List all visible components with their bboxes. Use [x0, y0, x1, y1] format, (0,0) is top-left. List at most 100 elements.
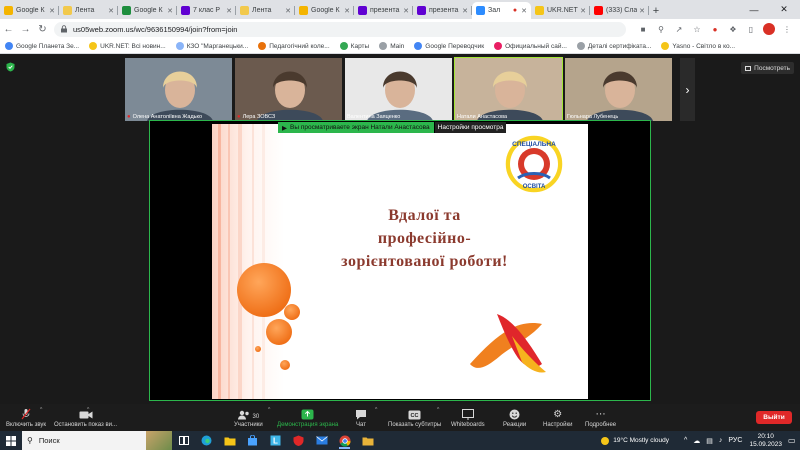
bookmark-item[interactable]: Main [379, 42, 404, 50]
security-shield-icon[interactable] [6, 62, 15, 72]
subtitles-button[interactable]: CC Показать субтитры [388, 404, 441, 431]
file-explorer-icon[interactable] [218, 431, 241, 450]
video-options-caret-icon[interactable]: ^ [87, 407, 89, 413]
stop-video-button[interactable]: Остановить показ ви... [54, 404, 117, 431]
bookmark-item[interactable]: КЗО "Марганецьки... [175, 42, 248, 50]
bookmark-item[interactable]: Педагогічний колe... [258, 42, 330, 50]
close-tab-icon[interactable]: ✕ [403, 7, 409, 15]
start-icon[interactable] [0, 431, 22, 450]
forward-icon[interactable]: → [17, 19, 34, 39]
folder-icon[interactable] [356, 431, 379, 450]
more-button[interactable]: ⋯ Подробнее [585, 404, 616, 431]
bookmark-item[interactable]: UKR.NET: Всі новин... [89, 42, 166, 50]
camera-blocked-icon[interactable]: ■ [634, 19, 652, 39]
browser-tab[interactable]: Зал ● ✕ [472, 2, 531, 19]
clock[interactable]: 20:10 15.09.2023 [749, 433, 782, 449]
share-screen-button[interactable]: Демонстрация экрана [277, 404, 338, 431]
browser-tab[interactable]: Google К ✕ [295, 2, 354, 19]
close-tab-icon[interactable]: ✕ [49, 7, 55, 15]
bookmark-item[interactable]: Google Переводчик [414, 42, 484, 50]
audio-options-caret-icon[interactable]: ^ [40, 407, 42, 413]
task-view-icon[interactable] [172, 431, 195, 450]
share-screen-icon [301, 407, 314, 420]
participants-button[interactable]: 30 Участники [234, 404, 263, 431]
participant-video[interactable]: ● Олена Анатоліївна Жадько [125, 58, 232, 121]
chevron-up-icon[interactable]: ^ [684, 437, 687, 444]
bookmark-favicon [661, 42, 670, 50]
browser-tab[interactable]: Google К ✕ [0, 2, 59, 19]
bookmark-item[interactable]: Деталі сертифіката... [576, 42, 651, 50]
unmute-label: Включить звук [6, 422, 47, 428]
close-tab-icon[interactable]: ✕ [285, 7, 291, 15]
close-tab-icon[interactable]: ✕ [344, 7, 350, 15]
participant-video[interactable]: Натали Анастасова [454, 57, 563, 122]
slide-stripe-band [212, 124, 284, 399]
participants-caret-icon[interactable]: ^ [268, 407, 270, 413]
store-icon[interactable] [241, 431, 264, 450]
view-settings-button[interactable]: Настройки просмотра [433, 122, 507, 133]
browser-tab[interactable]: Лента ✕ [236, 2, 295, 19]
browser-tab[interactable]: (333) Сла ✕ [590, 2, 649, 19]
edge-icon[interactable] [195, 431, 218, 450]
close-tab-icon[interactable]: ✕ [108, 7, 114, 15]
whiteboards-button[interactable]: Whiteboards [451, 404, 485, 431]
launcher-icon[interactable]: L [264, 431, 287, 450]
browser-tab[interactable]: UKR.NET ✕ [531, 2, 590, 19]
profile-avatar[interactable] [760, 19, 778, 39]
settings-button[interactable]: ⚙ Настройки [543, 404, 572, 431]
menu-dots-icon[interactable]: ⋮ [778, 19, 796, 39]
new-tab-button[interactable]: + [649, 2, 663, 19]
close-tab-icon[interactable]: ✕ [462, 7, 468, 15]
reactions-button[interactable]: Реакции [503, 404, 526, 431]
browser-tab[interactable]: Лента ✕ [59, 2, 118, 19]
puzzle-icon[interactable]: ❖ [724, 19, 742, 39]
leave-button[interactable]: Выйти [756, 411, 792, 424]
next-participants-icon[interactable]: › [680, 58, 695, 121]
participant-video[interactable]: ● Лера ЗОВСЗ [235, 58, 342, 121]
key-icon[interactable]: ⚲ [652, 19, 670, 39]
close-tab-icon[interactable]: ✕ [226, 7, 232, 15]
participant-video[interactable]: Валентина Заяценко [345, 58, 452, 121]
bookmark-item[interactable]: Карты [339, 42, 369, 50]
chat-caret-icon[interactable]: ^ [375, 407, 377, 413]
mail-icon[interactable] [310, 431, 333, 450]
chat-button[interactable]: Чат [355, 404, 367, 431]
notifications-icon[interactable]: ▭ [788, 436, 800, 445]
extension-icon[interactable]: ● [706, 19, 724, 39]
close-tab-icon[interactable]: ✕ [580, 7, 586, 15]
subtitles-caret-icon[interactable]: ^ [437, 407, 439, 413]
antivirus-icon[interactable] [287, 431, 310, 450]
browser-tab-label: Google К [134, 7, 163, 14]
reload-icon[interactable]: ↻ [34, 19, 51, 39]
back-icon[interactable]: ← [0, 19, 17, 39]
browser-tab[interactable]: Google К ✕ [118, 2, 177, 19]
cloud-icon[interactable]: ☁ [693, 437, 700, 445]
close-tab-icon[interactable]: ✕ [167, 7, 173, 15]
chrome-icon[interactable] [333, 431, 356, 450]
minimize-icon[interactable]: — [740, 0, 768, 19]
url-input[interactable]: us05web.zoom.us/wc/9636150994/join?from=… [54, 21, 626, 37]
browser-tab[interactable]: презента ✕ [413, 2, 472, 19]
lock-icon [61, 25, 67, 33]
close-tab-icon[interactable]: ✕ [639, 7, 645, 15]
taskbar-search[interactable]: ⚲ Поиск [22, 431, 172, 450]
bookmark-label: Main [390, 42, 405, 50]
bookmark-item[interactable]: Yasno - Світло в ко... [661, 42, 735, 50]
language-indicator[interactable]: РУС [728, 437, 742, 444]
bookmark-item[interactable]: Официальный сай... [494, 42, 567, 50]
bookmark-star-icon[interactable]: ☆ [688, 19, 706, 39]
participant-video[interactable]: Гюльнара Лубенець [565, 58, 672, 121]
sidebar-icon[interactable]: ▯ [742, 19, 760, 39]
share-icon[interactable]: ↗ [670, 19, 688, 39]
browser-tab[interactable]: 7 клас Р ✕ [177, 2, 236, 19]
volume-icon[interactable]: ♪ [719, 437, 723, 444]
close-tab-icon[interactable]: ✕ [521, 7, 527, 15]
more-dots-icon: ⋯ [595, 409, 606, 420]
network-icon[interactable]: ▤ [706, 437, 713, 445]
close-window-icon[interactable]: ✕ [770, 0, 798, 19]
browser-tab[interactable]: презента ✕ [354, 2, 413, 19]
view-button[interactable]: Посмотреть [741, 62, 794, 74]
bookmark-item[interactable]: Google Планета Зе... [5, 42, 79, 50]
weather-widget[interactable]: 19°C Mostly cloudy [601, 436, 669, 445]
reactions-label: Реакции [503, 422, 527, 428]
